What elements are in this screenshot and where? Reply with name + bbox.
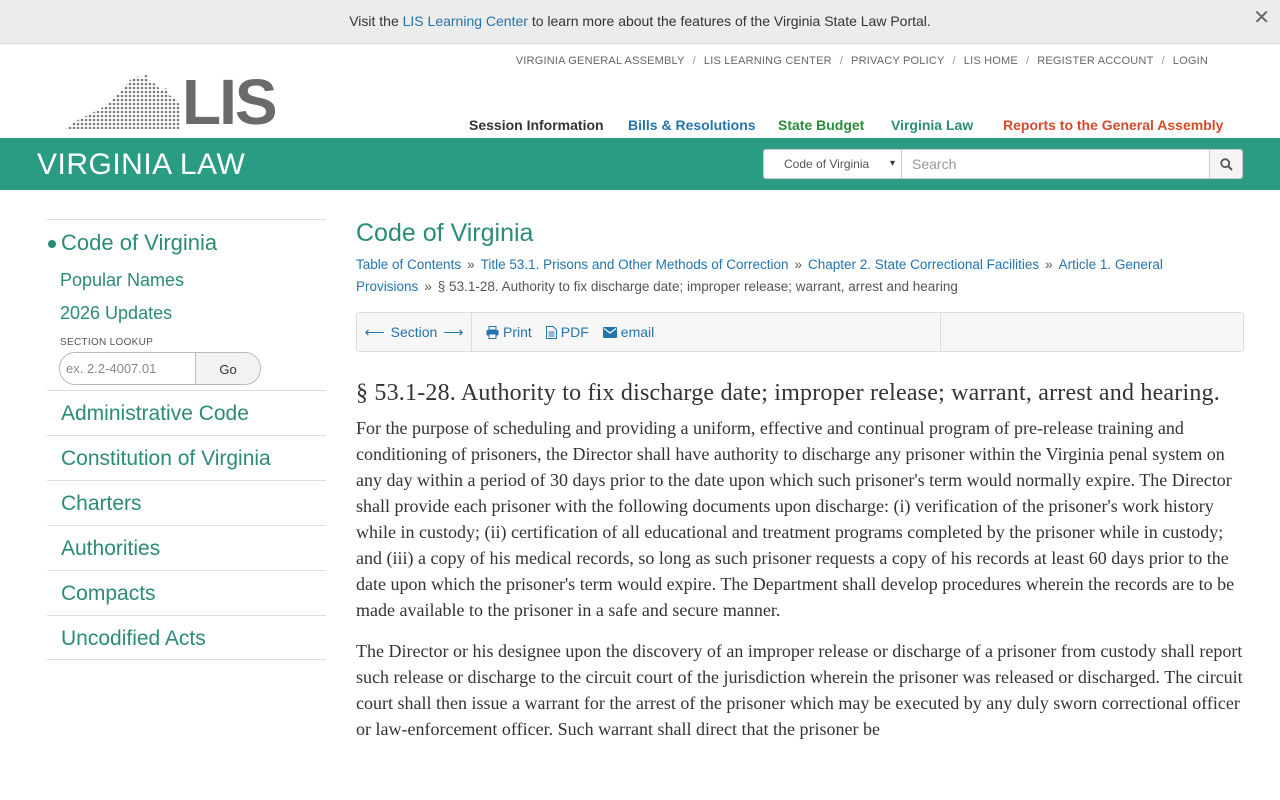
top-nav: VIRGINIA GENERAL ASSEMBLY / LIS LEARNING C…: [516, 55, 1208, 67]
arrow-right-icon[interactable]: ⟶: [443, 324, 463, 341]
breadcrumb: Table of Contents » Title 53.1. Prisons an…: [356, 254, 1248, 298]
active-bullet-icon: [48, 240, 56, 248]
email-button[interactable]: email: [602, 324, 655, 340]
section-navigation: ⟵ Section ⟶: [357, 313, 472, 351]
section-lookup-label: SECTION LOOKUP: [60, 337, 154, 348]
sidebar-item-constitution[interactable]: Constitution of Virginia: [47, 435, 326, 480]
search-icon: [1219, 157, 1233, 171]
section-actions: Print PDF email: [472, 313, 941, 351]
print-label: Print: [503, 324, 532, 340]
section-nav-label: Section: [390, 324, 438, 340]
envelope-icon: [602, 326, 617, 338]
search-scope-value: Code of Virginia: [784, 157, 870, 171]
topnav-lis-home[interactable]: LIS HOME: [964, 55, 1018, 67]
section-lookup-go-button[interactable]: Go: [196, 352, 261, 385]
separator: /: [1025, 55, 1030, 67]
logo-text: LIS: [182, 66, 278, 138]
section-paragraph: The Director or his designee upon the di…: [356, 641, 1243, 739]
separator: /: [839, 55, 844, 67]
sidebar: Code of Virginia Popular Names 2026 Upda…: [47, 219, 326, 660]
breadcrumb-title[interactable]: Title 53.1. Prisons and Other Methods of…: [481, 257, 789, 272]
header-bar: VIRGINIA LAW Code of Virginia ▾ Search: [0, 138, 1280, 190]
separator: /: [692, 55, 696, 67]
section-lookup-input[interactable]: ex. 2.2-4007.01: [59, 352, 196, 385]
close-icon[interactable]: ✕: [1253, 0, 1270, 36]
banner-suffix: to learn more about the features of the …: [531, 13, 931, 29]
nav-state-budget-label: State Budget: [778, 117, 865, 133]
pdf-button[interactable]: PDF: [545, 324, 589, 340]
breadcrumb-chapter[interactable]: Chapter 2. State Correctional Facilities: [808, 257, 1039, 272]
page-title: VIRGINIA LAW: [37, 148, 246, 181]
breadcrumb-separator: »: [467, 257, 475, 272]
breadcrumb-toc[interactable]: Table of Contents: [356, 257, 461, 272]
nav-reports[interactable]: Reports to the General Assembly: [1003, 117, 1223, 133]
sidebar-item-charters[interactable]: Charters: [47, 480, 326, 525]
section-title: § 53.1-28. Authority to fix discharge da…: [356, 380, 1220, 406]
pdf-label: PDF: [560, 324, 589, 340]
toolbar-empty-cell: [941, 313, 1243, 351]
virginia-map-icon: [66, 74, 180, 129]
email-label: email: [620, 324, 655, 340]
file-icon: [545, 325, 557, 339]
separator: /: [1161, 55, 1165, 67]
chevron-down-icon: ▾: [889, 158, 895, 169]
section-lookup-form: ex. 2.2-4007.01 Go: [59, 352, 261, 385]
separator: /: [952, 55, 956, 67]
section-toolbar: ⟵ Section ⟶ Print PDF email: [356, 312, 1244, 352]
topnav-login[interactable]: LOGIN: [1173, 55, 1208, 67]
sidebar-item-popular-names[interactable]: Popular Names: [47, 270, 326, 291]
search-button[interactable]: [1210, 149, 1243, 179]
sidebar-item-label: Code of Virginia: [61, 230, 218, 255]
breadcrumb-separator: »: [1045, 257, 1053, 272]
topnav-register-account[interactable]: REGISTER ACCOUNT: [1037, 55, 1153, 67]
print-button[interactable]: Print: [486, 324, 532, 340]
breadcrumb-separator: »: [794, 257, 803, 272]
sidebar-code-group: Code of Virginia Popular Names 2026 Upda…: [47, 219, 326, 390]
search-scope-select[interactable]: Code of Virginia ▾: [763, 149, 902, 179]
topnav-general-assembly[interactable]: VIRGINIA GENERAL ASSEMBLY: [516, 55, 685, 67]
content-heading: Code of Virginia: [356, 219, 534, 247]
nav-virginia-law[interactable]: Virginia Law: [891, 117, 973, 133]
search-input[interactable]: Search: [902, 149, 1210, 179]
nav-virginia-law-label: Virginia Law: [891, 117, 974, 133]
print-icon: [486, 325, 499, 339]
nav-bills-resolutions-label: Bills & Resolutions: [628, 117, 756, 133]
topnav-privacy-policy[interactable]: PRIVACY POLICY: [851, 55, 944, 67]
nav-session-information-label: Session Information: [469, 117, 604, 133]
sidebar-item-compacts[interactable]: Compacts: [47, 570, 326, 615]
breadcrumb-separator: »: [424, 279, 432, 294]
nav-bills-resolutions[interactable]: Bills & Resolutions: [628, 117, 756, 133]
sidebar-item-authorities[interactable]: Authorities: [47, 525, 326, 570]
breadcrumb-current: § 53.1-28. Authority to fix discharge da…: [437, 279, 958, 294]
sidebar-item-2026-updates[interactable]: 2026 Updates: [47, 303, 326, 324]
sidebar-item-uncodified-acts[interactable]: Uncodified Acts: [47, 615, 326, 660]
search-form: Code of Virginia ▾ Search: [763, 149, 1243, 179]
topnav-learning-center[interactable]: LIS LEARNING CENTER: [704, 55, 832, 67]
banner-prefix: Visit the: [349, 13, 399, 29]
lis-logo[interactable]: LIS: [64, 70, 278, 134]
section-paragraph: For the purpose of scheduling and provid…: [356, 418, 1235, 620]
banner-learning-center-link[interactable]: LIS Learning Center: [403, 13, 528, 29]
sidebar-item-administrative-code[interactable]: Administrative Code: [47, 390, 326, 435]
nav-session-information[interactable]: Session Information: [469, 117, 604, 133]
main-content: Code of Virginia Table of Contents » Title…: [356, 219, 1248, 742]
sidebar-item-code-of-virginia[interactable]: Code of Virginia: [47, 230, 326, 260]
nav-state-budget[interactable]: State Budget: [778, 117, 864, 133]
info-banner: Visit the LIS Learning Center to learn m…: [0, 0, 1280, 44]
nav-reports-label: Reports to the General Assembly: [1003, 117, 1224, 133]
arrow-left-icon[interactable]: ⟵: [365, 324, 385, 341]
